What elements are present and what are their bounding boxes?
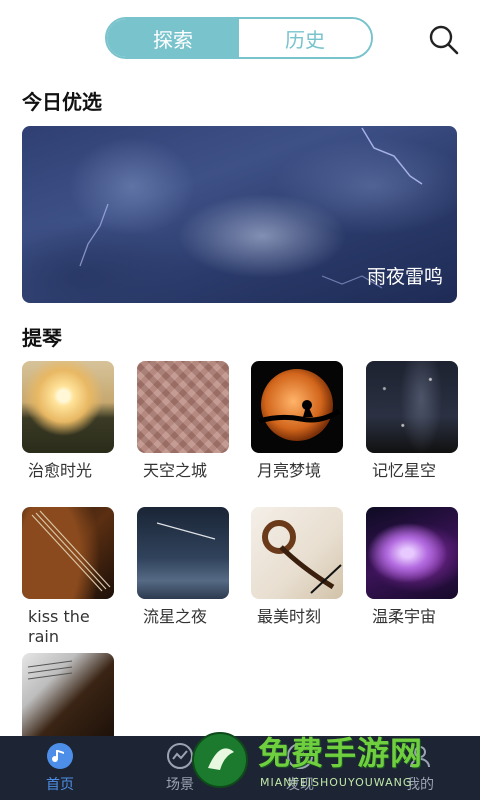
track-thumbnail	[137, 361, 229, 453]
moon-image	[258, 369, 341, 441]
tab-history[interactable]: 历史	[239, 19, 371, 57]
track-label: 最美时刻	[257, 607, 322, 626]
track-thumbnail	[137, 507, 229, 599]
track-thumbnail	[22, 507, 114, 599]
track-card[interactable]: 月亮梦境	[251, 361, 343, 481]
track-label: 记忆星空	[372, 461, 437, 480]
track-card[interactable]: 记忆星空	[366, 361, 458, 481]
track-card[interactable]: 温柔宇宙	[366, 507, 458, 627]
nav-mine-label: 我的	[406, 777, 434, 793]
featured-caption: 雨夜雷鸣	[366, 266, 443, 288]
nav-discover[interactable]: 发现	[240, 736, 360, 800]
track-thumbnail	[22, 653, 114, 745]
track-card[interactable]: 最美时刻	[251, 507, 343, 627]
tab-explore[interactable]: 探索	[107, 19, 239, 57]
violin-scroll-image	[262, 520, 342, 594]
featured-banner[interactable]: 雨夜雷鸣	[22, 126, 457, 303]
nav-scene-label: 场景	[166, 777, 194, 793]
track-label: 月亮梦境	[257, 461, 322, 480]
featured-section-title: 今日优选	[22, 90, 102, 114]
nav-scene[interactable]: 场景	[120, 736, 240, 800]
nav-home[interactable]: 首页	[0, 736, 120, 800]
track-card[interactable]: kiss the rain	[22, 507, 114, 647]
track-label: 治愈时光	[28, 461, 93, 480]
track-thumbnail	[366, 361, 458, 453]
profile-icon	[410, 746, 430, 768]
track-card[interactable]: 流星之夜	[137, 507, 229, 627]
sheet-music-image	[27, 660, 73, 680]
category-title: 提琴	[22, 326, 62, 350]
track-label: 流星之夜	[143, 607, 208, 626]
track-thumbnail	[22, 361, 114, 453]
track-label: 天空之城	[143, 461, 208, 480]
nav-mine[interactable]: 我的	[360, 736, 480, 800]
violin-image	[31, 510, 111, 592]
nav-home-label: 首页	[46, 777, 74, 793]
search-icon	[429, 25, 459, 55]
track-card[interactable]: 天空之城	[137, 361, 229, 481]
trend-icon	[167, 743, 193, 769]
nav-discover-label: 发现	[286, 777, 314, 793]
track-thumbnail	[366, 507, 458, 599]
meteor-image	[156, 522, 216, 540]
track-card[interactable]: 治愈时光	[22, 361, 114, 481]
track-thumbnail	[251, 361, 343, 453]
search-button[interactable]	[428, 24, 460, 56]
track-thumbnail	[251, 507, 343, 599]
discover-icon	[287, 743, 313, 769]
track-label: kiss the rain	[28, 607, 90, 646]
bottom-navigation: 首页 场景 发现 我的	[0, 736, 480, 800]
track-label: 温柔宇宙	[372, 607, 437, 626]
music-note-icon	[47, 743, 73, 769]
top-tab-switcher: 探索 历史	[105, 17, 373, 59]
